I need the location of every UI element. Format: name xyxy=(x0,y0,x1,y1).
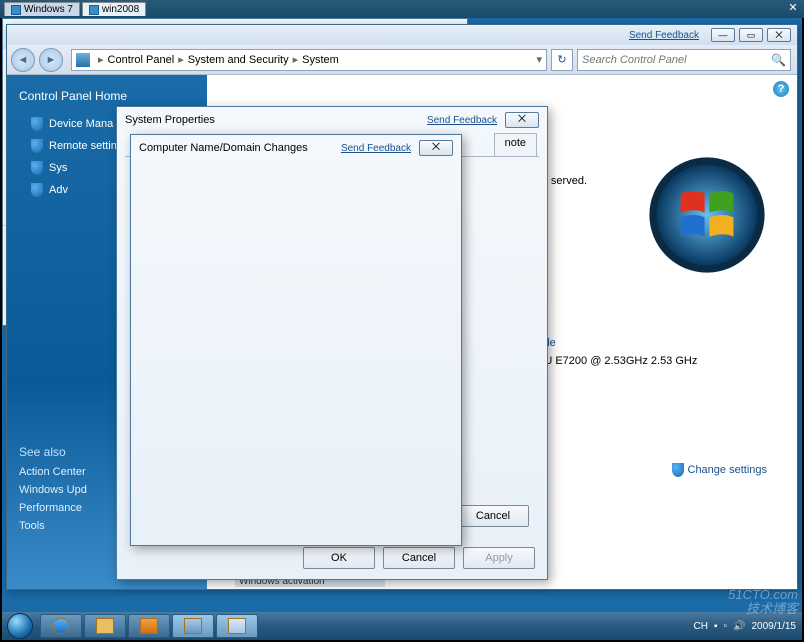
shield-icon xyxy=(672,463,684,477)
minimize-button[interactable]: — xyxy=(711,28,735,42)
sidebar-item-label: Device Mana xyxy=(49,118,113,130)
close-button[interactable]: ⨉ xyxy=(767,28,791,42)
ie-icon xyxy=(52,618,70,634)
media-player-icon xyxy=(140,618,158,634)
sidebar-item-label: Sys xyxy=(49,162,67,174)
search-input[interactable] xyxy=(582,54,771,66)
windows-orb-icon xyxy=(7,613,33,639)
sidebar-item-label: Remote settin xyxy=(49,140,117,152)
close-button[interactable]: ⨉ xyxy=(419,140,453,156)
dialog-titlebar: System Properties Send Feedback ⨉ xyxy=(117,107,547,133)
shield-icon xyxy=(31,139,43,153)
help-icon[interactable]: ? xyxy=(773,81,789,97)
monitor-icon xyxy=(89,5,99,15)
vm-tab-label: Windows 7 xyxy=(24,4,73,15)
sidebar-item-label: Adv xyxy=(49,184,68,196)
vm-tab-label: win2008 xyxy=(102,4,139,15)
system-properties-icon xyxy=(228,618,246,634)
dialog-title: System Properties xyxy=(125,114,215,126)
address-toolbar: ◄ ► ▸ Control Panel ▸ System and Securit… xyxy=(7,45,797,75)
send-feedback-link[interactable]: Send Feedback xyxy=(629,30,699,41)
search-icon: 🔍 xyxy=(771,53,786,67)
taskbar-explorer-button[interactable] xyxy=(84,614,126,638)
maximize-button[interactable]: ▭ xyxy=(739,28,763,42)
taskbar-ie-button[interactable] xyxy=(40,614,82,638)
dialog-title: Computer Name/Domain Changes xyxy=(139,142,308,154)
reserved-text: served. xyxy=(551,175,587,187)
search-box[interactable]: 🔍 xyxy=(577,49,791,71)
desktop: Send Feedback — ▭ ⨉ ◄ ► ▸ Control Panel … xyxy=(2,18,802,612)
refresh-button[interactable]: ↻ xyxy=(551,49,573,71)
cancel-button[interactable]: Cancel xyxy=(383,547,455,569)
vm-close-button[interactable]: ✕ xyxy=(786,1,800,15)
clock-date: 2009/1/15 xyxy=(752,621,797,632)
vm-host-tabbar: Windows 7 win2008 ✕ xyxy=(0,0,804,18)
dialog-titlebar: Computer Name/Domain Changes Send Feedba… xyxy=(131,135,461,161)
control-panel-icon xyxy=(76,53,90,67)
taskbar-system-properties-window[interactable] xyxy=(216,614,258,638)
tray-sound-icon[interactable]: 🔊 xyxy=(733,621,745,632)
windows-logo-icon xyxy=(647,155,767,275)
change-settings-link[interactable]: Change settings xyxy=(672,463,768,477)
back-button[interactable]: ◄ xyxy=(11,48,35,72)
tray-network-icon[interactable]: ▫ xyxy=(724,621,728,632)
ok-button[interactable]: OK xyxy=(303,547,375,569)
shield-icon xyxy=(31,161,43,175)
system-tray: CH ▪ ▫ 🔊 2009/1/15 xyxy=(694,621,803,632)
change-settings-label: Change settings xyxy=(688,464,768,476)
shield-icon xyxy=(31,183,43,197)
cpu-info: PU E7200 @ 2.53GHz 2.53 GHz xyxy=(537,355,697,367)
tab-remote[interactable]: note xyxy=(494,133,537,156)
apply-button[interactable]: Apply xyxy=(463,547,535,569)
crumb-system-security[interactable]: System and Security xyxy=(188,54,289,66)
taskbar-system-window[interactable] xyxy=(172,614,214,638)
send-feedback-link[interactable]: Send Feedback xyxy=(341,143,411,154)
crumb-control-panel[interactable]: Control Panel xyxy=(108,54,175,66)
computer-name-dialog: Computer Name/Domain Changes Send Feedba… xyxy=(130,134,462,546)
folder-icon xyxy=(96,618,114,634)
send-feedback-link[interactable]: Send Feedback xyxy=(427,115,497,126)
system-icon xyxy=(184,618,202,634)
language-indicator[interactable]: CH xyxy=(694,621,708,632)
vm-tab-win2008[interactable]: win2008 xyxy=(82,2,146,16)
breadcrumb-bar[interactable]: ▸ Control Panel ▸ System and Security ▸ … xyxy=(71,49,547,71)
tray-flag-icon[interactable]: ▪ xyxy=(714,621,718,632)
shield-icon xyxy=(31,117,43,131)
forward-button[interactable]: ► xyxy=(39,48,63,72)
crumb-system[interactable]: System xyxy=(302,54,339,66)
cancel-button[interactable]: Cancel xyxy=(457,505,529,527)
taskbar: CH ▪ ▫ 🔊 2009/1/15 xyxy=(2,612,802,640)
window-titlebar: Send Feedback — ▭ ⨉ xyxy=(7,25,797,45)
taskbar-clock[interactable]: 2009/1/15 xyxy=(752,621,797,632)
vm-tab-windows7[interactable]: Windows 7 xyxy=(4,2,80,16)
start-button[interactable] xyxy=(2,612,38,640)
taskbar-media-button[interactable] xyxy=(128,614,170,638)
close-button[interactable]: ⨉ xyxy=(505,112,539,128)
monitor-icon xyxy=(11,5,21,15)
